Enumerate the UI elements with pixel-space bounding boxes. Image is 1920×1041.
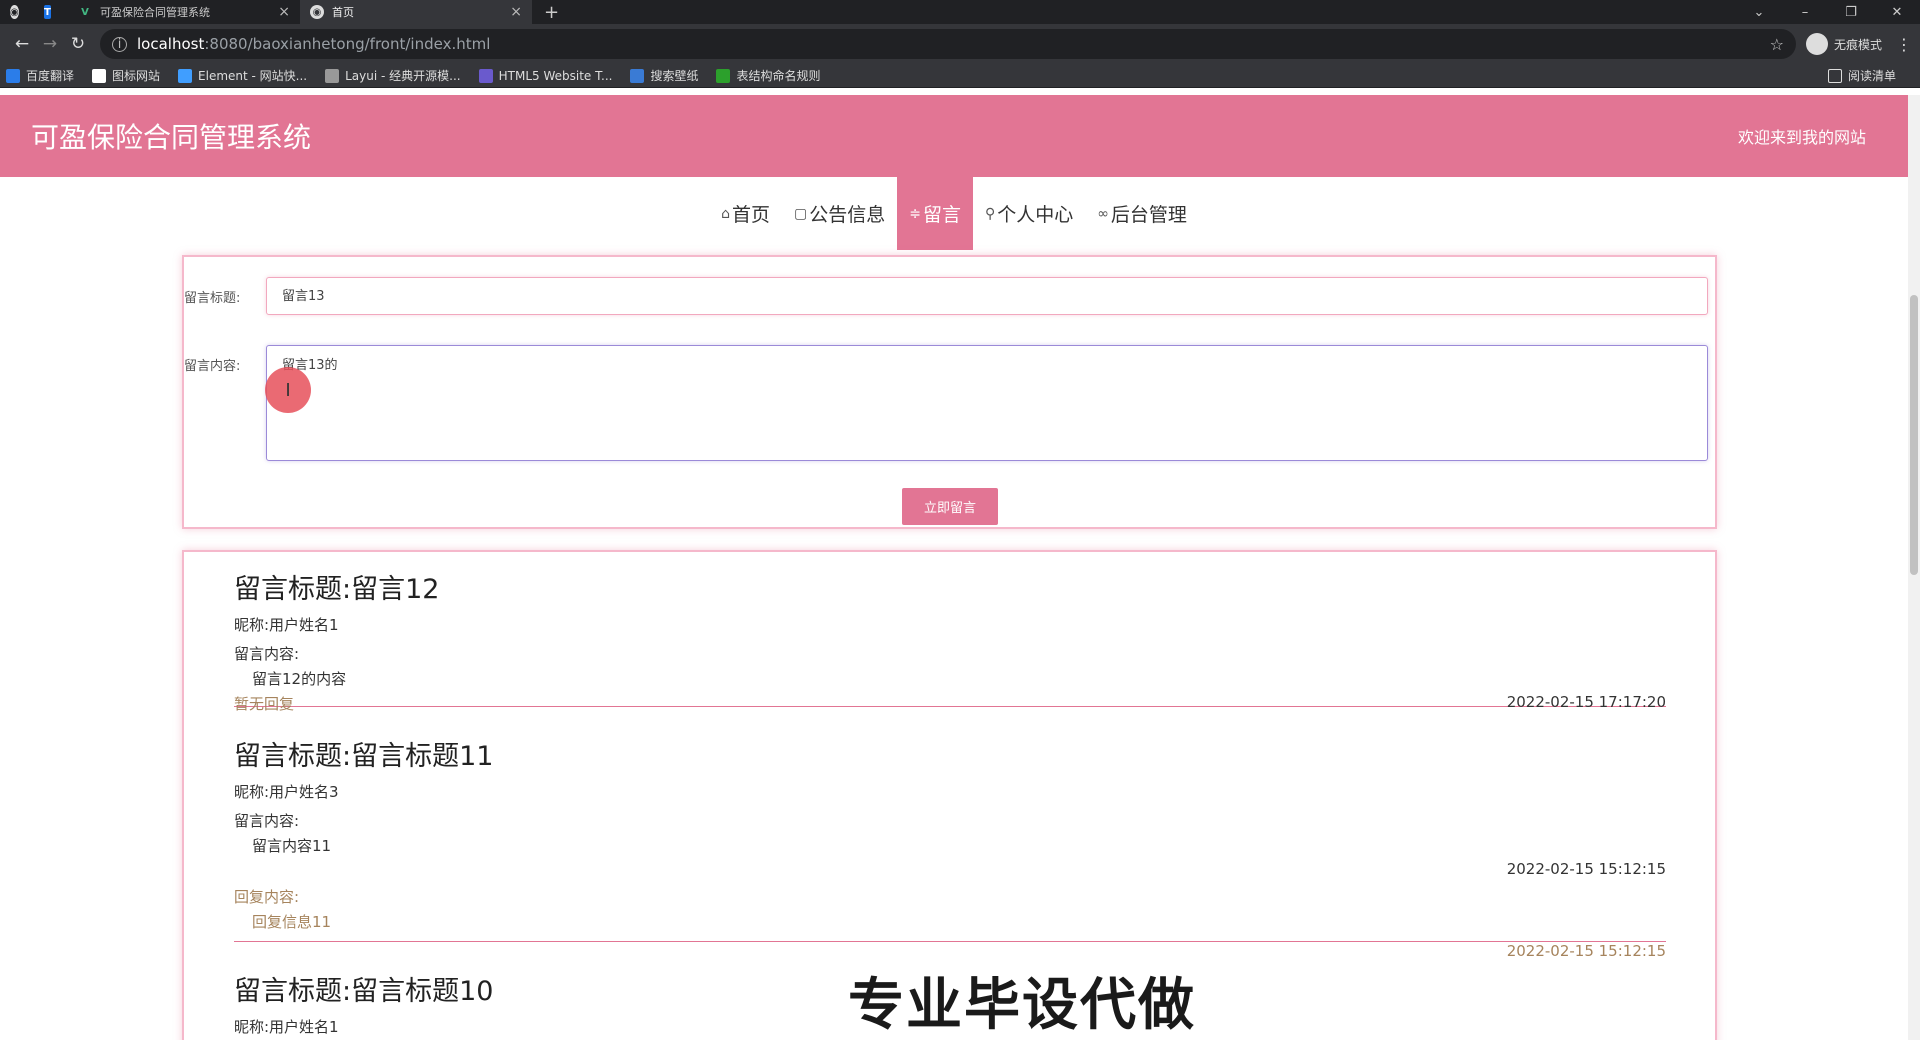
globe-icon: ◉ [10, 5, 19, 19]
click-indicator: I [265, 367, 311, 413]
bookmark-item[interactable]: Layui - 经典开源模... [325, 67, 461, 84]
tab-pinned-1[interactable]: ◉ [0, 0, 34, 24]
message-title: 留言标题:留言标题11 [234, 741, 494, 772]
vue-icon: V [81, 6, 89, 18]
translate-icon: T [44, 5, 51, 19]
star-icon[interactable]: ☆ [1770, 35, 1784, 54]
kebab-menu-icon[interactable]: ⋮ [1896, 35, 1912, 54]
message-nickname: 昵称:用户姓名1 [234, 616, 339, 634]
welcome-text: 欢迎来到我的网站 [1737, 128, 1866, 147]
reading-list[interactable]: 阅读清单 [1827, 67, 1896, 84]
message-nickname: 昵称:用户姓名3 [234, 783, 339, 801]
nav-messages[interactable]: ≑ 留言 [897, 177, 973, 250]
restore-icon[interactable]: ❐ [1828, 0, 1874, 24]
wallpaper-icon [630, 68, 645, 83]
message-title: 留言标题:留言12 [234, 574, 440, 605]
bookmarks-bar: 百度翻译 图标网站 Element - 网站快... Layui - 经典开源模… [0, 64, 1920, 88]
bookmark-item[interactable]: 百度翻译 [6, 67, 74, 84]
message-time: 2022-02-15 17:17:20 [1506, 693, 1666, 711]
incognito-icon [1805, 33, 1828, 55]
home-icon: ⌂ [721, 205, 730, 222]
bookmark-item[interactable]: Element - 网站快... [178, 67, 307, 84]
message-content: 留言12的内容 [252, 670, 347, 688]
list-item: 留言标题:留言标题11 昵称:用户姓名3 留言内容: 留言内容11 2022-0… [234, 734, 1666, 960]
sheet-icon [716, 68, 731, 83]
list-icon: ≑ [909, 205, 921, 222]
html5-icon [478, 68, 493, 83]
window-controls: ⌄ – ❐ ✕ [1736, 0, 1920, 24]
user-icon: ⚲ [984, 205, 996, 222]
watermark-text: 专业毕设代做 [848, 973, 1196, 1038]
reply-label: 回复内容: [234, 888, 300, 906]
layui-icon [325, 68, 340, 83]
site-title: 可盈保险合同管理系统 [31, 121, 312, 154]
main-nav: ⌂ 首页 ▢ 公告信息 ≑ 留言 ⚲ 个人中心 ∞ 后台管理 [0, 177, 1908, 250]
content-textarea[interactable]: 留言13的 [266, 345, 1708, 461]
site-header: 可盈保险合同管理系统 欢迎来到我的网站 [0, 95, 1908, 177]
link-icon: ∞ [1097, 205, 1109, 222]
calendar-icon: ▢ [793, 205, 808, 222]
url-input[interactable]: i localhost :8080/baoxianhetong/front/in… [100, 29, 1796, 59]
reply-content: 回复信息11 [252, 913, 332, 931]
url-path: :8080/baoxianhetong/front/index.html [204, 35, 491, 53]
message-content-label: 留言内容: [234, 645, 300, 663]
tab-home[interactable]: ◉ 首页 × [300, 0, 532, 24]
browser-tabbar: ◉ T V 可盈保险合同管理系统 × ◉ 首页 × + ⌄ – ❐ ✕ [0, 0, 1920, 24]
list-item: 留言标题:留言12 昵称:用户姓名1 留言内容: 留言12的内容 暂无回复 20… [234, 567, 1666, 713]
message-content-label: 留言内容: [234, 812, 300, 830]
reply-time: 2022-02-15 15:12:15 [1506, 942, 1666, 960]
nav-home[interactable]: ⌂ 首页 [709, 177, 782, 250]
url-host: localhost [137, 35, 205, 53]
reading-list-icon [1827, 68, 1842, 83]
new-tab-button[interactable]: + [532, 0, 571, 24]
title-input[interactable]: 留言13 [266, 277, 1708, 315]
bookmark-icon [6, 68, 20, 83]
scrollbar-thumb[interactable] [1910, 295, 1918, 575]
flag-icon [92, 68, 107, 83]
submit-button[interactable]: 立即留言 [902, 488, 998, 525]
no-reply-text: 暂无回复 [234, 695, 295, 713]
reload-icon[interactable]: ↻ [64, 34, 92, 54]
globe-icon: ◉ [310, 5, 324, 19]
content-label: 留言内容: [184, 359, 241, 374]
close-window-icon[interactable]: ✕ [1874, 0, 1920, 24]
message-time: 2022-02-15 15:12:15 [1506, 860, 1666, 878]
page-viewport: 可盈保险合同管理系统 欢迎来到我的网站 ⌂ 首页 ▢ 公告信息 ≑ 留言 ⚲ 个人中心 … [0, 95, 1920, 1040]
tab-search-icon[interactable]: ⌄ [1736, 0, 1782, 24]
title-label: 留言标题: [184, 291, 241, 306]
incognito-label: 无痕模式 [1833, 37, 1882, 52]
tab-pinned-2[interactable]: T [34, 0, 68, 24]
forward-icon[interactable]: → [36, 34, 64, 54]
minimize-icon[interactable]: – [1782, 0, 1828, 24]
bookmark-item[interactable]: 表结构命名规则 [716, 67, 820, 84]
nav-admin[interactable]: ∞ 后台管理 [1085, 177, 1199, 250]
message-form: 留言标题: 留言13 留言内容: 留言13的 立即留言 [182, 255, 1717, 529]
tab-system[interactable]: V 可盈保险合同管理系统 × [68, 0, 300, 24]
bookmark-item[interactable]: 图标网站 [92, 67, 160, 84]
info-icon[interactable]: i [112, 36, 127, 52]
tab-label: 首页 [332, 6, 354, 19]
back-icon[interactable]: ← [8, 34, 36, 54]
close-icon[interactable]: × [278, 4, 290, 20]
page-scrollbar[interactable] [1908, 95, 1920, 1040]
nav-notices[interactable]: ▢ 公告信息 [782, 177, 897, 250]
message-content: 留言内容11 [252, 837, 332, 855]
address-bar: ← → ↻ i localhost :8080/baoxianhetong/fr… [0, 24, 1920, 64]
element-icon [178, 68, 193, 83]
bookmark-item[interactable]: 搜索壁纸 [630, 67, 698, 84]
tab-label: 可盈保险合同管理系统 [100, 6, 210, 19]
close-icon[interactable]: × [510, 4, 522, 20]
incognito-badge[interactable]: 无痕模式 [1805, 33, 1882, 55]
nav-profile[interactable]: ⚲ 个人中心 [973, 177, 1085, 250]
bookmark-item[interactable]: HTML5 Website T... [478, 68, 612, 83]
